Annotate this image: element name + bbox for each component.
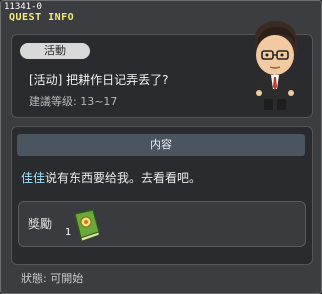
reward-label: 獎勵 [28,217,53,231]
npc-name: 佳佳 [21,171,46,185]
quest-summary-panel: 活動 [活动] 把耕作日记弄丢了? 建議等级: 13~17 [11,21,313,118]
content-header: 内容 [17,134,305,156]
quest-title: [活动] 把耕作日记弄丢了? [29,73,169,87]
quest-type-badge: 活動 [20,43,90,59]
reward-count: 1 [65,227,72,238]
quest-id: 11341-0 [4,2,42,12]
window-title: QUEST INFO [9,12,75,23]
quest-status: 狀態: 可開始 [21,272,84,285]
description-text: 说有东西要给我。去看看吧。 [45,171,202,185]
quest-description: 佳佳说有东西要给我。去看看吧。 [21,169,201,186]
quest-content-panel: 内容 佳佳说有东西要给我。去看看吧。 獎勵 1 [11,126,313,265]
diary-book-icon[interactable] [69,208,103,242]
npc-portrait-icon [254,21,298,110]
recommended-level: 建議等级: 13~17 [29,95,118,108]
quest-info-window: 11341-0 QUEST INFO 活動 [活动] 把耕作日记弄丢了? 建議等… [0,0,322,294]
reward-box: 獎勵 1 [18,201,306,247]
